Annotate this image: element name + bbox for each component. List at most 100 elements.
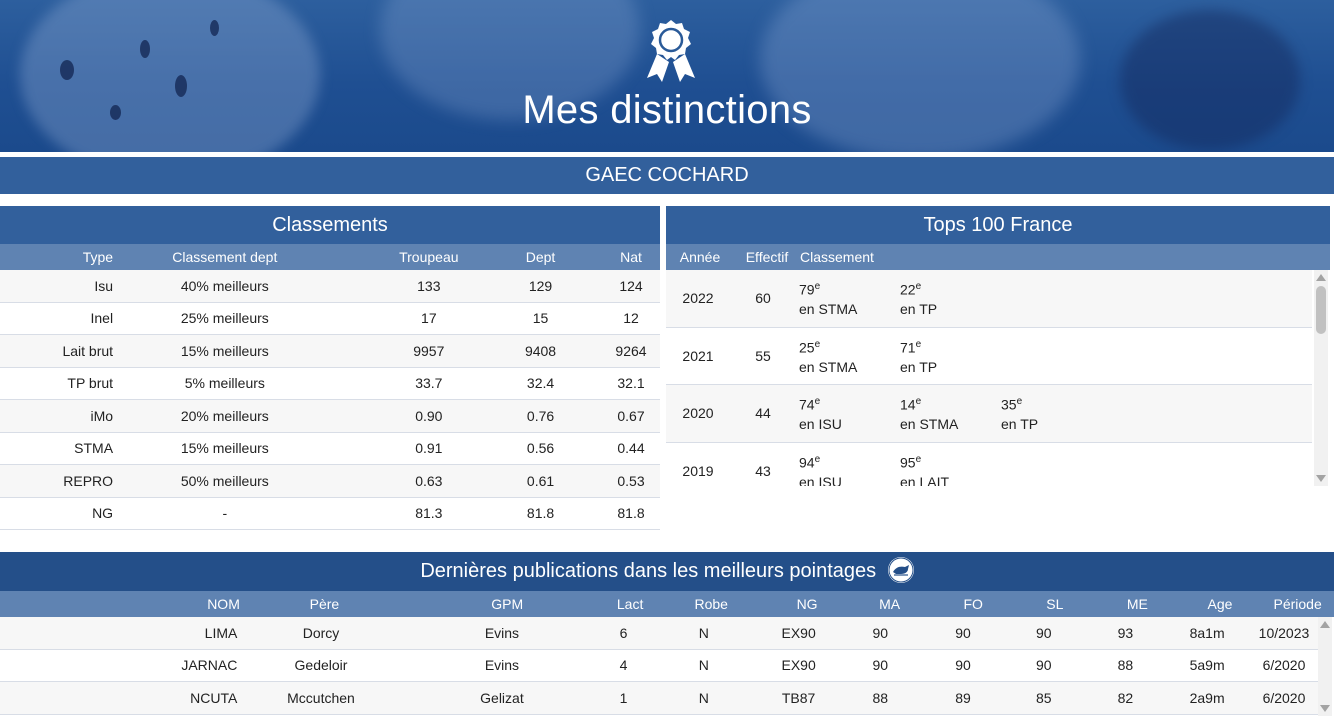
column-header-lact[interactable]: Lact: [606, 596, 655, 612]
column-header-robe[interactable]: Robe: [655, 596, 768, 612]
rank-suffix: e: [814, 281, 821, 293]
rank-suffix: e: [915, 453, 922, 465]
cell-robe: N: [698, 657, 709, 674]
rank-number: 79: [799, 282, 815, 299]
cell-troupeau: 33.7: [415, 375, 443, 392]
cell-classement: 40% meilleurs: [180, 277, 269, 294]
cell-classement: -: [222, 505, 228, 522]
column-header-effectif[interactable]: Effectif: [734, 249, 800, 265]
publications-title-text: Dernières publications dans les meilleur…: [420, 560, 877, 582]
tops-panel: Tops 100 France Année Effectif Classemen…: [666, 206, 1330, 486]
table-row: LIMA Dorcy Evins 6 N EX90 90 90 90 93 8a…: [0, 617, 1320, 650]
table-row: NCUTA Mccutchen Gelizat 1 N TB87 88 89 8…: [0, 682, 1320, 715]
rank-label: en TP: [900, 358, 938, 375]
cell-age: 8a1m: [1189, 624, 1225, 641]
cell-effectif: 43: [755, 462, 771, 479]
cell-annee: 2022: [682, 290, 714, 307]
classements-table-body: Isu 40% meilleurs 133 129 124 Inel 25% m…: [0, 270, 660, 530]
cell-ma: 88: [872, 689, 889, 706]
cell-type: Isu: [94, 277, 114, 294]
cell-dept: 81.8: [526, 505, 555, 522]
tops-scrollbar[interactable]: [1314, 270, 1328, 486]
rank-label: en TP: [1001, 416, 1039, 433]
column-header-annee[interactable]: Année: [666, 249, 734, 265]
cell-nat: 124: [619, 277, 643, 294]
rank-number: 71: [900, 339, 916, 356]
column-header-type[interactable]: Type: [0, 249, 113, 265]
cell-gpm: Evins: [484, 657, 520, 674]
scrollbar-thumb[interactable]: [1316, 286, 1326, 334]
publications-header-row: NOM Père GPM Lact Robe NG MA FO SL ME Ag…: [0, 591, 1334, 617]
column-header-pere[interactable]: Père: [240, 596, 409, 612]
cell-sl: 90: [1035, 624, 1052, 641]
cell-robe: N: [698, 624, 709, 641]
column-header-me[interactable]: ME: [1096, 596, 1179, 612]
column-header-ng[interactable]: NG: [768, 596, 847, 612]
cell-me: 88: [1117, 657, 1134, 674]
cell-type: Inel: [90, 310, 114, 327]
cell-classement: 25% meilleurs: [180, 310, 269, 327]
cell-ng: EX90: [781, 624, 816, 641]
rank-cell: 79e en STMA: [796, 277, 897, 319]
table-row: TP brut 5% meilleurs 33.7 32.4 32.1: [0, 367, 660, 400]
cell-periode: 10/2023: [1258, 624, 1310, 641]
cell-type: REPRO: [63, 472, 114, 489]
tops-table-body[interactable]: 2022 60 79e en STMA 22e en TP 2021 55 25e e…: [666, 270, 1330, 486]
cell-periode: 6/2020: [1262, 657, 1306, 674]
rank-label: en ISU: [799, 416, 842, 433]
column-header-periode[interactable]: Période: [1261, 596, 1334, 612]
rank-label: en STMA: [900, 416, 959, 433]
column-header-fo[interactable]: FO: [933, 596, 1014, 612]
scroll-down-icon[interactable]: [1316, 475, 1326, 482]
column-header-nat[interactable]: Nat: [602, 249, 660, 265]
farm-name-bar: GAEC COCHARD: [0, 157, 1334, 194]
rank-suffix: e: [915, 281, 922, 293]
cell-type: NG: [92, 505, 114, 522]
column-header-classement-dept[interactable]: Classement dept: [103, 249, 347, 265]
hero-banner: Mes distinctions: [0, 0, 1334, 152]
scroll-up-icon[interactable]: [1320, 621, 1330, 628]
table-row: STMA 15% meilleurs 0.91 0.56 0.44: [0, 432, 660, 465]
classements-title: Classements: [0, 206, 660, 244]
rank-label: en LAIT: [900, 473, 950, 486]
column-header-sl[interactable]: SL: [1014, 596, 1097, 612]
page-title: Mes distinctions: [522, 88, 812, 132]
cell-nom: LIMA: [204, 624, 238, 641]
cell-pere: Mccutchen: [287, 689, 355, 706]
scroll-down-icon[interactable]: [1320, 705, 1330, 712]
rank-suffix: e: [814, 338, 821, 350]
cell-type: TP brut: [67, 375, 114, 392]
cell-troupeau: 17: [421, 310, 437, 327]
rank-suffix: e: [915, 396, 922, 408]
cell-nat: 0.53: [617, 472, 645, 489]
cell-troupeau: 133: [417, 277, 441, 294]
column-header-classement[interactable]: Classement: [800, 249, 874, 265]
table-row: REPRO 50% meilleurs 0.63 0.61 0.53: [0, 465, 660, 498]
cell-me: 82: [1117, 689, 1134, 706]
column-header-troupeau[interactable]: Troupeau: [335, 249, 523, 265]
cell-age: 2a9m: [1189, 689, 1225, 706]
cell-robe: N: [698, 689, 709, 706]
column-header-dept[interactable]: Dept: [497, 249, 584, 265]
scroll-up-icon[interactable]: [1316, 274, 1326, 281]
rank-cell: 71e en TP: [897, 335, 998, 377]
cell-dept: 0.56: [526, 440, 555, 457]
cell-ng: EX90: [781, 657, 816, 674]
column-header-gpm[interactable]: GPM: [409, 596, 606, 612]
cell-pere: Dorcy: [302, 624, 340, 641]
rank-cell: 94e en ISU: [796, 450, 897, 486]
column-header-nom[interactable]: NOM: [0, 596, 240, 612]
column-header-age[interactable]: Age: [1179, 596, 1262, 612]
cell-fo: 89: [955, 689, 971, 706]
rank-label: en ISU: [799, 473, 842, 486]
cell-annee: 2020: [682, 405, 714, 422]
rank-suffix: e: [814, 396, 821, 408]
cell-type: iMo: [90, 407, 114, 424]
cell-troupeau: 0.90: [415, 407, 443, 424]
rank-label: en TP: [900, 301, 938, 318]
cell-troupeau: 81.3: [415, 505, 443, 522]
publications-table-body[interactable]: LIMA Dorcy Evins 6 N EX90 90 90 90 93 8a…: [0, 617, 1334, 716]
publications-scrollbar[interactable]: [1318, 617, 1332, 716]
column-header-ma[interactable]: MA: [846, 596, 933, 612]
table-row: 2022 60 79e en STMA 22e en TP: [666, 270, 1312, 328]
